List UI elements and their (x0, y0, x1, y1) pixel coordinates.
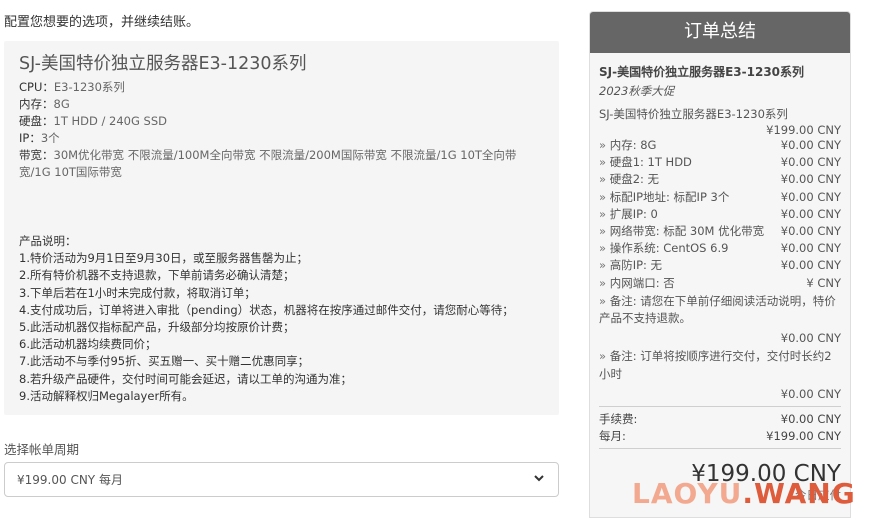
summary-option-row: 标配IP地址: 标配IP 3个¥0.00 CNY (599, 189, 841, 206)
summary-option-row: 硬盘2: 无¥0.00 CNY (599, 171, 841, 188)
summary-item-name: SJ-美国特价独立服务器E3-1230系列 (599, 107, 788, 121)
billing-cycle-label: 选择帐单周期 (4, 442, 80, 457)
description-title: 产品说明： (19, 234, 77, 248)
summary-note: 备注: 订单将按顺序进行交付，交付时长约2小时 (599, 348, 841, 382)
summary-note: 备注: 请您在下单前仔细阅读活动说明，特价产品不支持退款。 (599, 293, 841, 327)
summary-option-row: 内存: 8G¥0.00 CNY (599, 137, 841, 154)
spec-cpu: CPU：E3-1230系列 (19, 80, 125, 94)
intro-text: 配置您想要的选项，并继续结账。 (4, 15, 200, 30)
fee-row: 手续费: ¥0.00 CNY (599, 412, 841, 427)
description-item: 3.下单后若在1小时未完成付款，将取消订单； (19, 285, 256, 300)
billing-cycle-value: ¥199.00 CNY 每月 (17, 473, 123, 487)
spec-disk: 硬盘：1T HDD / 240G SSD (19, 114, 168, 128)
description-item: 2.所有特价机器不支持退款，下单前请务必确认清楚； (19, 268, 295, 283)
summary-option-row: 高防IP: 无¥0.00 CNY (599, 257, 841, 274)
description-item: 7.此活动不与季付95折、买五赠一、买十赠二优惠同享； (19, 354, 310, 369)
summary-promo: 2023秋季大促 (599, 84, 675, 98)
summary-product-name: SJ-美国特价独立服务器E3-1230系列 (599, 65, 805, 79)
spec-list: CPU：E3-1230系列 内存：8G 硬盘：1T HDD / 240G SSD… (19, 79, 544, 181)
description-item: 6.此活动机器均续费同价； (19, 337, 157, 352)
chevron-down-icon (532, 471, 546, 488)
spec-memory: 内存：8G (19, 97, 70, 111)
billing-cycle-select[interactable]: ¥199.00 CNY 每月 (4, 462, 559, 497)
summary-divider (599, 448, 841, 450)
monthly-row: 每月: ¥199.00 CNY (599, 429, 841, 444)
summary-option-row: 扩展IP: 0¥0.00 CNY (599, 206, 841, 223)
product-description: 产品说明： 1.特价活动为9月1日至9月30日，或至服务器售罄为止； 2.所有特… (19, 233, 544, 405)
product-info-panel: SJ-美国特价独立服务器E3-1230系列 CPU：E3-1230系列 内存：8… (4, 41, 559, 415)
summary-option-row: 网络带宽: 标配 30M 优化带宽¥0.00 CNY (599, 223, 841, 240)
spec-ip: IP：3个 (19, 131, 60, 145)
summary-base-price: ¥199.00 CNY (766, 123, 841, 137)
summary-note-price: ¥0.00 CNY (780, 331, 841, 346)
spec-bandwidth: 带宽：30M优化带宽 不限流量/100M全向带宽 不限流量/200M国际带宽 不… (19, 148, 517, 179)
summary-option-row: 硬盘1: 1T HDD¥0.00 CNY (599, 154, 841, 171)
watermark-logo: LAOYU.WANG (632, 477, 856, 510)
summary-note-price: ¥0.00 CNY (780, 386, 841, 401)
order-summary-panel: 订单总结 SJ-美国特价独立服务器E3-1230系列 2023秋季大促 SJ-美… (589, 11, 851, 518)
summary-option-row: 操作系统: CentOS 6.9¥0.00 CNY (599, 240, 841, 257)
order-summary-title: 订单总结 (590, 12, 850, 53)
description-item: 8.若升级产品硬件，交付时间可能会延迟，请以工单的沟通为准； (19, 371, 352, 386)
description-item: 9.活动解释权归Megalayer所有。 (19, 388, 194, 403)
description-item: 5.此活动机器仅指标配产品，升级部分均按原价计费； (19, 320, 295, 335)
summary-option-row: 内网端口: 否¥ CNY (599, 275, 841, 292)
description-item: 1.特价活动为9月1日至9月30日，或至服务器售罄为止； (19, 251, 309, 266)
product-title: SJ-美国特价独立服务器E3-1230系列 (19, 54, 307, 74)
description-item: 4.支付成功后，订单将进入审批（pending）状态，机器将在按序通过邮件交付，… (19, 302, 514, 317)
summary-divider (599, 406, 841, 408)
